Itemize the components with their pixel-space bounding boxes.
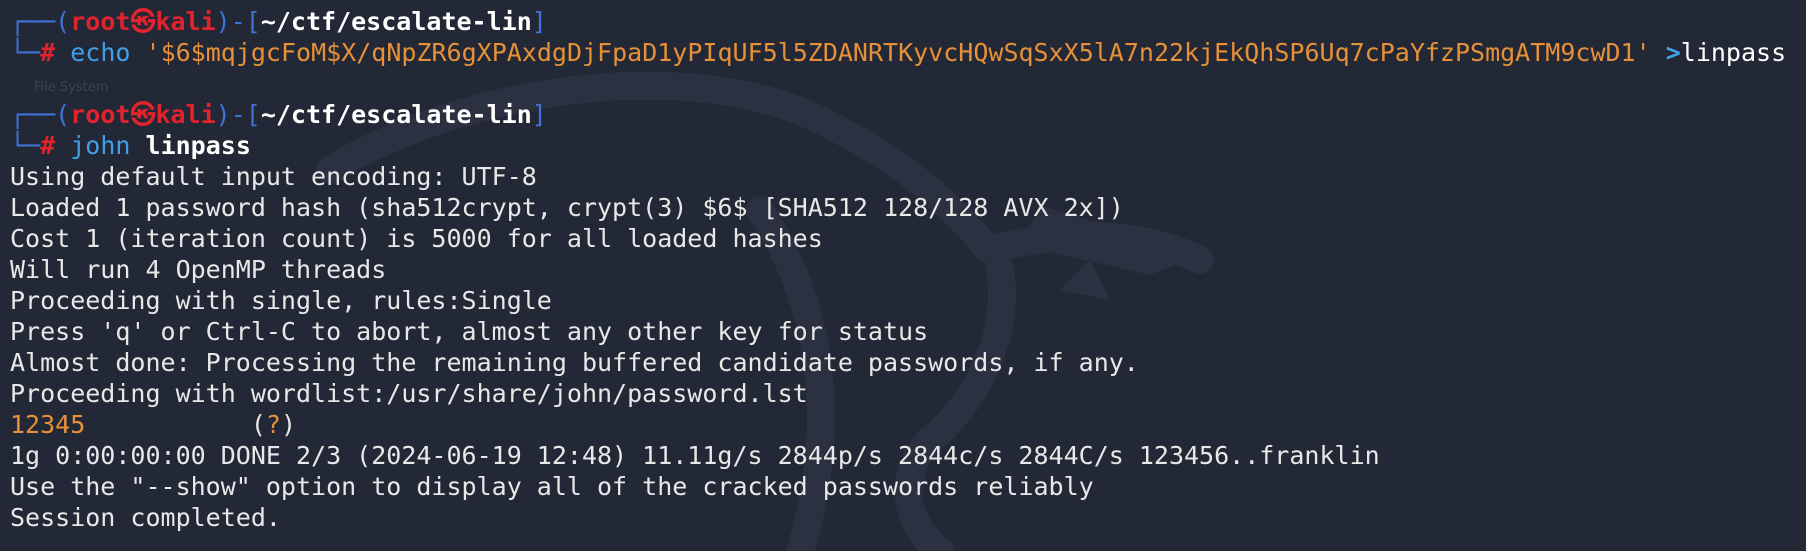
prompt-frame-open: ┌──( (10, 100, 71, 129)
prompt-corner: └─ (10, 131, 41, 160)
command-name: echo (70, 38, 131, 67)
summary-line: Session completed. (10, 503, 281, 532)
output-line: Almost done: Processing the remaining bu… (10, 348, 1139, 377)
prompt-path: ~/ctf/escalate-lin (260, 7, 532, 36)
command-string-arg: '$6$mqjgcFoM$X/qNpZR6gXPAxdgDjFpaD1yPIqU… (145, 38, 1651, 67)
prompt-frame-mid: )-[ (215, 7, 261, 36)
output-line: Will run 4 OpenMP threads (10, 255, 387, 284)
prompt-line: ┌──(root㉿kali)-[~/ctf/escalate-lin] (10, 6, 1806, 37)
command-name: john (70, 131, 131, 160)
prompt-hash: # (40, 131, 56, 160)
prompt-hash: # (40, 38, 56, 67)
prompt-skull-icon: ㉿ (130, 7, 156, 36)
prompt-frame-mid: )-[ (215, 100, 261, 129)
summary-line: 1g 0:00:00:00 DONE 2/3 (2024-06-19 12:48… (10, 441, 1380, 470)
prompt-frame-close: ] (531, 100, 547, 129)
cracked-user-paren-close: ) (280, 410, 297, 439)
output-line: Cost 1 (iteration count) is 5000 for all… (10, 224, 823, 253)
command-line[interactable]: └─# echo '$6$mqjgcFoM$X/qNpZR6gXPAxdgDjF… (10, 37, 1806, 68)
cracked-spacing (85, 410, 251, 439)
prompt-skull-icon: ㉿ (130, 100, 156, 129)
prompt-path: ~/ctf/escalate-lin (260, 100, 532, 129)
output-line: Using default input encoding: UTF-8 (10, 162, 537, 191)
cracked-user-paren-open: ( (250, 410, 266, 439)
output-line: Press 'q' or Ctrl-C to abort, almost any… (10, 317, 929, 346)
cracked-password: 12345 (10, 410, 86, 439)
terminal-window[interactable]: File System ┌──(root㉿kali)-[~/ctf/escala… (0, 0, 1806, 551)
cracked-user: ? (265, 410, 281, 439)
prompt-line: ┌──(root㉿kali)-[~/ctf/escalate-lin] (10, 99, 1806, 130)
summary-line: Use the "--show" option to display all o… (10, 472, 1094, 501)
prompt-host: kali (155, 7, 216, 36)
prompt-corner: └─ (10, 38, 41, 67)
command-line[interactable]: └─# john linpass (10, 130, 1806, 161)
prompt-host: kali (155, 100, 216, 129)
prompt-frame-open: ┌──( (10, 7, 71, 36)
prompt-user: root (70, 7, 131, 36)
output-line: Proceeding with wordlist:/usr/share/john… (10, 379, 808, 408)
redirect-operator: > (1665, 38, 1681, 67)
command-arg: linpass (145, 131, 251, 160)
redirect-target: linpass (1680, 38, 1787, 67)
cracked-password-line: 12345 (?) (10, 409, 1806, 440)
prompt-frame-close: ] (531, 7, 547, 36)
output-line: Proceeding with single, rules:Single (10, 286, 552, 315)
prompt-user: root (70, 100, 131, 129)
output-line: Loaded 1 password hash (sha512crypt, cry… (10, 193, 1124, 222)
